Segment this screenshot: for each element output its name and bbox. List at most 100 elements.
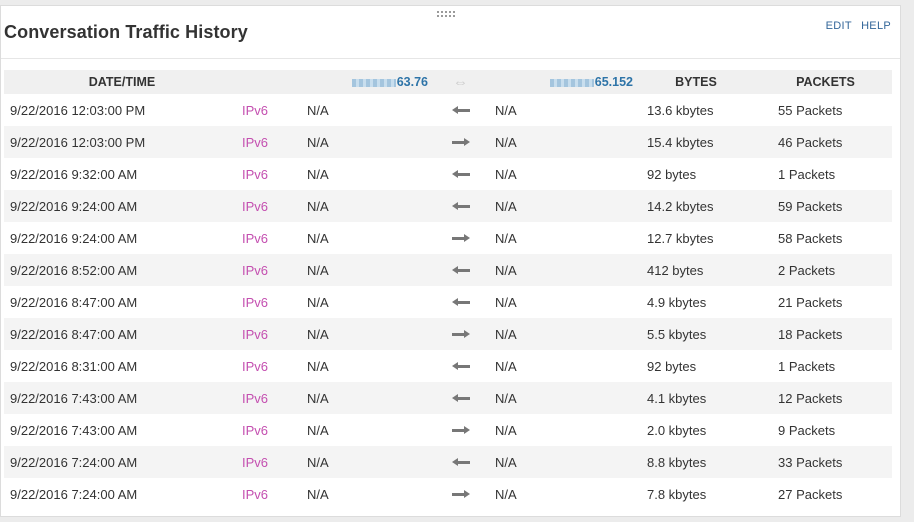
bidirectional-arrow-icon: ⇔ [453,73,468,91]
datetime-cell: 9/22/2016 7:43:00 AM [4,414,240,446]
arrow-left-icon [451,202,470,212]
arrow-left-icon [451,106,470,116]
bytes-cell: 4.1 kbytes [633,382,759,414]
packets-cell: 46 Packets [759,126,892,158]
table-row[interactable]: 9/22/2016 8:47:00 AM IPv6 N/A N/A 4.9 kbytes… [4,286,892,318]
protocol-cell: IPv6 [240,190,301,222]
destination-cell: N/A [487,446,633,478]
source-ip-suffix: 63.76 [396,75,428,89]
source-cell: N/A [301,318,434,350]
direction-cell [434,318,487,350]
direction-cell [434,158,487,190]
datetime-cell: 9/22/2016 8:31:00 AM [4,350,240,382]
table-row[interactable]: 9/22/2016 7:43:00 AM IPv6 N/A N/A 2.0 kbytes… [4,414,892,446]
arrow-left-icon [451,362,470,372]
traffic-history-table: DATE/TIME 63.76 ⇔ 65.152 BYTES PACKETS 9… [4,70,892,510]
packets-cell: 59 Packets [759,190,892,222]
packets-cell: 55 Packets [759,94,892,126]
packets-cell: 58 Packets [759,222,892,254]
table-row[interactable]: 9/22/2016 7:24:00 AM IPv6 N/A N/A 8.8 kbytes… [4,446,892,478]
destination-cell: N/A [487,382,633,414]
column-header-protocol [240,70,301,94]
column-header-destination-ip[interactable]: 65.152 [487,70,633,94]
table-row[interactable]: 9/22/2016 8:31:00 AM IPv6 N/A N/A 92 bytes 1 … [4,350,892,382]
source-cell: N/A [301,446,434,478]
bytes-cell: 92 bytes [633,350,759,382]
destination-cell: N/A [487,158,633,190]
protocol-cell: IPv6 [240,286,301,318]
table-row[interactable]: 9/22/2016 12:03:00 PM IPv6 N/A N/A 15.4 kbyt… [4,126,892,158]
direction-cell [434,190,487,222]
packets-cell: 9 Packets [759,414,892,446]
destination-cell: N/A [487,222,633,254]
destination-cell: N/A [487,286,633,318]
table-body: 9/22/2016 12:03:00 PM IPv6 N/A N/A 13.6 kbyt… [4,94,892,510]
source-cell: N/A [301,158,434,190]
arrow-right-icon [451,490,470,500]
direction-cell [434,478,487,510]
bytes-cell: 13.6 kbytes [633,94,759,126]
source-cell: N/A [301,382,434,414]
protocol-cell: IPv6 [240,158,301,190]
direction-cell [434,414,487,446]
table-row[interactable]: 9/22/2016 7:43:00 AM IPv6 N/A N/A 4.1 kbytes… [4,382,892,414]
bytes-cell: 412 bytes [633,254,759,286]
help-link[interactable]: HELP [861,20,891,32]
bytes-cell: 8.8 kbytes [633,446,759,478]
edit-link[interactable]: EDIT [826,20,852,32]
source-cell: N/A [301,350,434,382]
destination-cell: N/A [487,94,633,126]
arrow-left-icon [451,298,470,308]
redacted-ip-mask [351,78,396,87]
table-row[interactable]: 9/22/2016 9:32:00 AM IPv6 N/A N/A 92 bytes 1 … [4,158,892,190]
arrow-right-icon [451,330,470,340]
direction-cell [434,126,487,158]
destination-cell: N/A [487,190,633,222]
panel-title: Conversation Traffic History [4,22,248,42]
redacted-ip-mask [549,78,594,87]
protocol-cell: IPv6 [240,350,301,382]
table-row[interactable]: 9/22/2016 12:03:00 PM IPv6 N/A N/A 13.6 kbyt… [4,94,892,126]
table-row[interactable]: 9/22/2016 7:24:00 AM IPv6 N/A N/A 7.8 kbytes… [4,478,892,510]
packets-cell: 1 Packets [759,350,892,382]
table-row[interactable]: 9/22/2016 8:52:00 AM IPv6 N/A N/A 412 bytes 2… [4,254,892,286]
datetime-cell: 9/22/2016 7:24:00 AM [4,478,240,510]
source-cell: N/A [301,94,434,126]
bytes-cell: 7.8 kbytes [633,478,759,510]
protocol-cell: IPv6 [240,446,301,478]
column-header-source-ip[interactable]: 63.76 [301,70,434,94]
packets-cell: 27 Packets [759,478,892,510]
table-row[interactable]: 9/22/2016 9:24:00 AM IPv6 N/A N/A 14.2 kbyte… [4,190,892,222]
bytes-cell: 92 bytes [633,158,759,190]
direction-cell [434,254,487,286]
drag-handle-icon[interactable] [437,11,459,19]
table-row[interactable]: 9/22/2016 9:24:00 AM IPv6 N/A N/A 12.7 kbyte… [4,222,892,254]
column-header-packets[interactable]: PACKETS [759,70,892,94]
arrow-left-icon [451,266,470,276]
destination-cell: N/A [487,414,633,446]
arrow-right-icon [451,138,470,148]
arrow-left-icon [451,170,470,180]
table-header-row: DATE/TIME 63.76 ⇔ 65.152 BYTES PACKETS [4,70,892,94]
datetime-cell: 9/22/2016 8:52:00 AM [4,254,240,286]
source-cell: N/A [301,478,434,510]
arrow-left-icon [451,458,470,468]
packets-cell: 2 Packets [759,254,892,286]
protocol-cell: IPv6 [240,478,301,510]
source-cell: N/A [301,286,434,318]
direction-cell [434,222,487,254]
column-header-datetime[interactable]: DATE/TIME [4,70,240,94]
datetime-cell: 9/22/2016 12:03:00 PM [4,94,240,126]
protocol-cell: IPv6 [240,94,301,126]
bytes-cell: 4.9 kbytes [633,286,759,318]
arrow-left-icon [451,394,470,404]
destination-cell: N/A [487,478,633,510]
column-header-bytes[interactable]: BYTES [633,70,759,94]
protocol-cell: IPv6 [240,126,301,158]
direction-cell [434,382,487,414]
table-row[interactable]: 9/22/2016 8:47:00 AM IPv6 N/A N/A 5.5 kbytes… [4,318,892,350]
column-header-direction: ⇔ [434,70,487,94]
source-cell: N/A [301,222,434,254]
packets-cell: 12 Packets [759,382,892,414]
bytes-cell: 5.5 kbytes [633,318,759,350]
